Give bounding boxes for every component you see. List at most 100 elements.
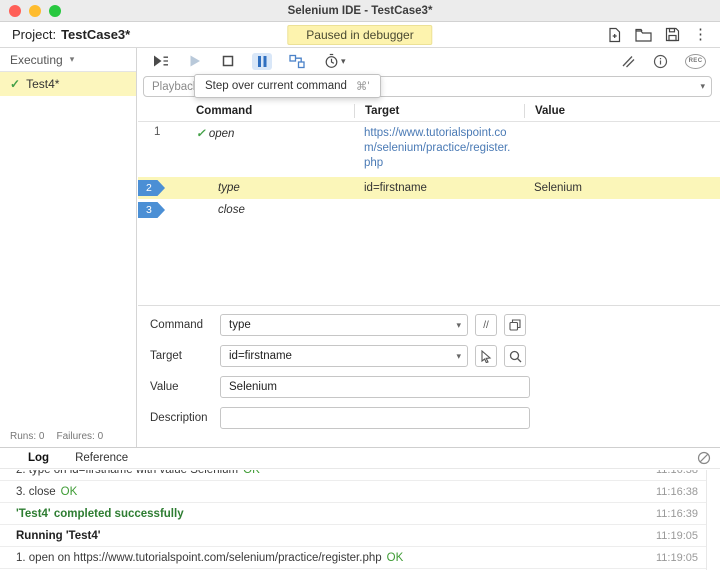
pause-button[interactable] [252, 52, 272, 70]
titlebar: Selenium IDE - TestCase3* [0, 0, 720, 22]
project-label: Project: [12, 27, 57, 42]
timer-icon [324, 53, 339, 69]
tab-reference[interactable]: Reference [75, 452, 128, 464]
tooltip-text: Step over current command [205, 80, 347, 92]
copy-command-button[interactable] [504, 314, 526, 336]
toolbar-right: REC [618, 52, 708, 71]
run-current-test-button[interactable] [186, 52, 204, 70]
log-text: 'Test4' completed successfully [16, 507, 184, 520]
copy-icon [509, 319, 521, 331]
select-target-button[interactable] [475, 345, 497, 367]
table-header: Command Target Value [138, 100, 720, 122]
save-icon [665, 27, 680, 42]
close-button[interactable] [9, 5, 21, 17]
target-cell: https://www.tutorialspoint.com/selenium/… [364, 127, 511, 169]
clear-log-button[interactable] [697, 451, 711, 465]
record-button[interactable]: REC [683, 52, 708, 71]
table-row[interactable]: 3 close [138, 199, 720, 221]
new-file-icon [607, 27, 622, 43]
description-field-label: Description [150, 412, 208, 424]
disable-breakpoints-button[interactable] [618, 52, 638, 71]
pause-icon [256, 55, 268, 68]
tab-log[interactable]: Log [28, 452, 49, 464]
log-text: Running 'Test4' [16, 529, 101, 542]
open-project-button[interactable] [635, 28, 652, 42]
project-bar: Project: TestCase3* Paused in debugger ⋮ [0, 22, 720, 48]
playback-toolbar: ▾ REC [138, 48, 720, 74]
new-test-button[interactable] [607, 27, 622, 43]
log-status: OK [386, 551, 404, 564]
play-icon [188, 54, 202, 68]
folder-icon [635, 28, 652, 42]
description-input[interactable] [220, 407, 530, 429]
command-cell: type [218, 182, 240, 194]
log-entry: 3. close OK 11:16:38 [0, 481, 706, 503]
more-options-button[interactable]: ⋮ [693, 27, 708, 42]
executing-label: Executing [10, 52, 63, 67]
execution-pointer-badge: 2 [138, 180, 165, 196]
passed-check-icon: ✓ [196, 128, 206, 140]
save-project-button[interactable] [665, 27, 680, 42]
log-timestamp: 11:19:05 [655, 529, 698, 542]
test-name-label: Test4* [26, 77, 60, 91]
log-status: OK [60, 485, 78, 498]
play-all-icon [152, 54, 169, 68]
runs-count: Runs: 0 [10, 431, 45, 442]
log-scrollbar[interactable] [706, 470, 720, 570]
target-column-header[interactable]: Target [354, 103, 524, 118]
log-status: OK [243, 470, 260, 476]
value-column-header[interactable]: Value [524, 103, 720, 118]
stop-button[interactable] [219, 52, 237, 70]
zoom-button[interactable] [49, 5, 61, 17]
run-all-tests-button[interactable] [150, 52, 171, 70]
step-over-button[interactable] [287, 52, 307, 71]
table-row-current[interactable]: 2 type id=firstname Selenium [138, 177, 720, 199]
log-entry: 2. type on id=firstname with value Selen… [0, 470, 706, 481]
chevron-down-icon: ▾ [341, 55, 346, 66]
command-form-row: Command type ▾ // [150, 314, 708, 336]
command-table: Command Target Value 1 ✓ open https://ww… [138, 100, 720, 221]
log-panel: Log Reference 2. type on id=firstname wi… [0, 447, 720, 570]
kebab-menu-icon: ⋮ [693, 26, 708, 43]
value-input[interactable] [220, 376, 530, 398]
chevron-down-icon: ▾ [456, 319, 461, 330]
test-passed-check-icon: ✓ [10, 77, 21, 91]
log-text: 2. type on id=firstname with value Selen… [16, 470, 238, 476]
log-list: 2. type on id=firstname with value Selen… [0, 470, 706, 570]
disable-breakpoints-icon [620, 54, 636, 69]
description-form-row: Description [150, 407, 708, 429]
executing-dropdown[interactable]: Executing ▾ [0, 48, 136, 72]
test-speed-button[interactable]: ▾ [322, 51, 348, 71]
project-actions: ⋮ [607, 27, 708, 43]
table-row[interactable]: 1 ✓ open https://www.tutorialspoint.com/… [138, 122, 720, 177]
step-over-icon [289, 54, 305, 69]
log-timestamp: 11:16:38 [655, 485, 698, 498]
target-select[interactable]: id=firstname ▾ [220, 345, 468, 367]
breakpoint-badge: 3 [138, 202, 165, 218]
info-button[interactable] [651, 52, 670, 71]
step-over-tooltip: Step over current command ⌘' [194, 74, 381, 98]
toggle-comment-button[interactable]: // [475, 314, 497, 336]
tooltip-shortcut: ⌘' [355, 81, 370, 93]
sidebar-item-test4[interactable]: ✓ Test4* [0, 72, 136, 96]
form-divider [138, 305, 720, 306]
target-field-label: Target [150, 350, 182, 362]
circle-slash-icon [697, 451, 711, 465]
runs-summary: Runs: 0 Failures: 0 [10, 431, 103, 442]
info-icon [653, 54, 668, 69]
main-content: ▾ REC ▾ Step over current command ⌘' [138, 48, 720, 447]
command-text: open [208, 128, 235, 140]
paused-in-debugger-badge: Paused in debugger [287, 25, 433, 45]
traffic-lights [9, 5, 61, 17]
selenium-ide-window: Selenium IDE - TestCase3* Project: TestC… [0, 0, 720, 570]
target-select-value: id=firstname [229, 350, 292, 362]
log-timestamp: 11:16:38 [656, 470, 698, 476]
command-select[interactable]: type ▾ [220, 314, 468, 336]
find-target-button[interactable] [504, 345, 526, 367]
command-column-header[interactable]: Command [186, 105, 354, 117]
row-number: 1 [154, 126, 161, 138]
log-tab-bar: Log Reference [0, 448, 720, 469]
rec-icon: REC [685, 53, 706, 69]
minimize-button[interactable] [29, 5, 41, 17]
target-cell: id=firstname [364, 181, 427, 194]
